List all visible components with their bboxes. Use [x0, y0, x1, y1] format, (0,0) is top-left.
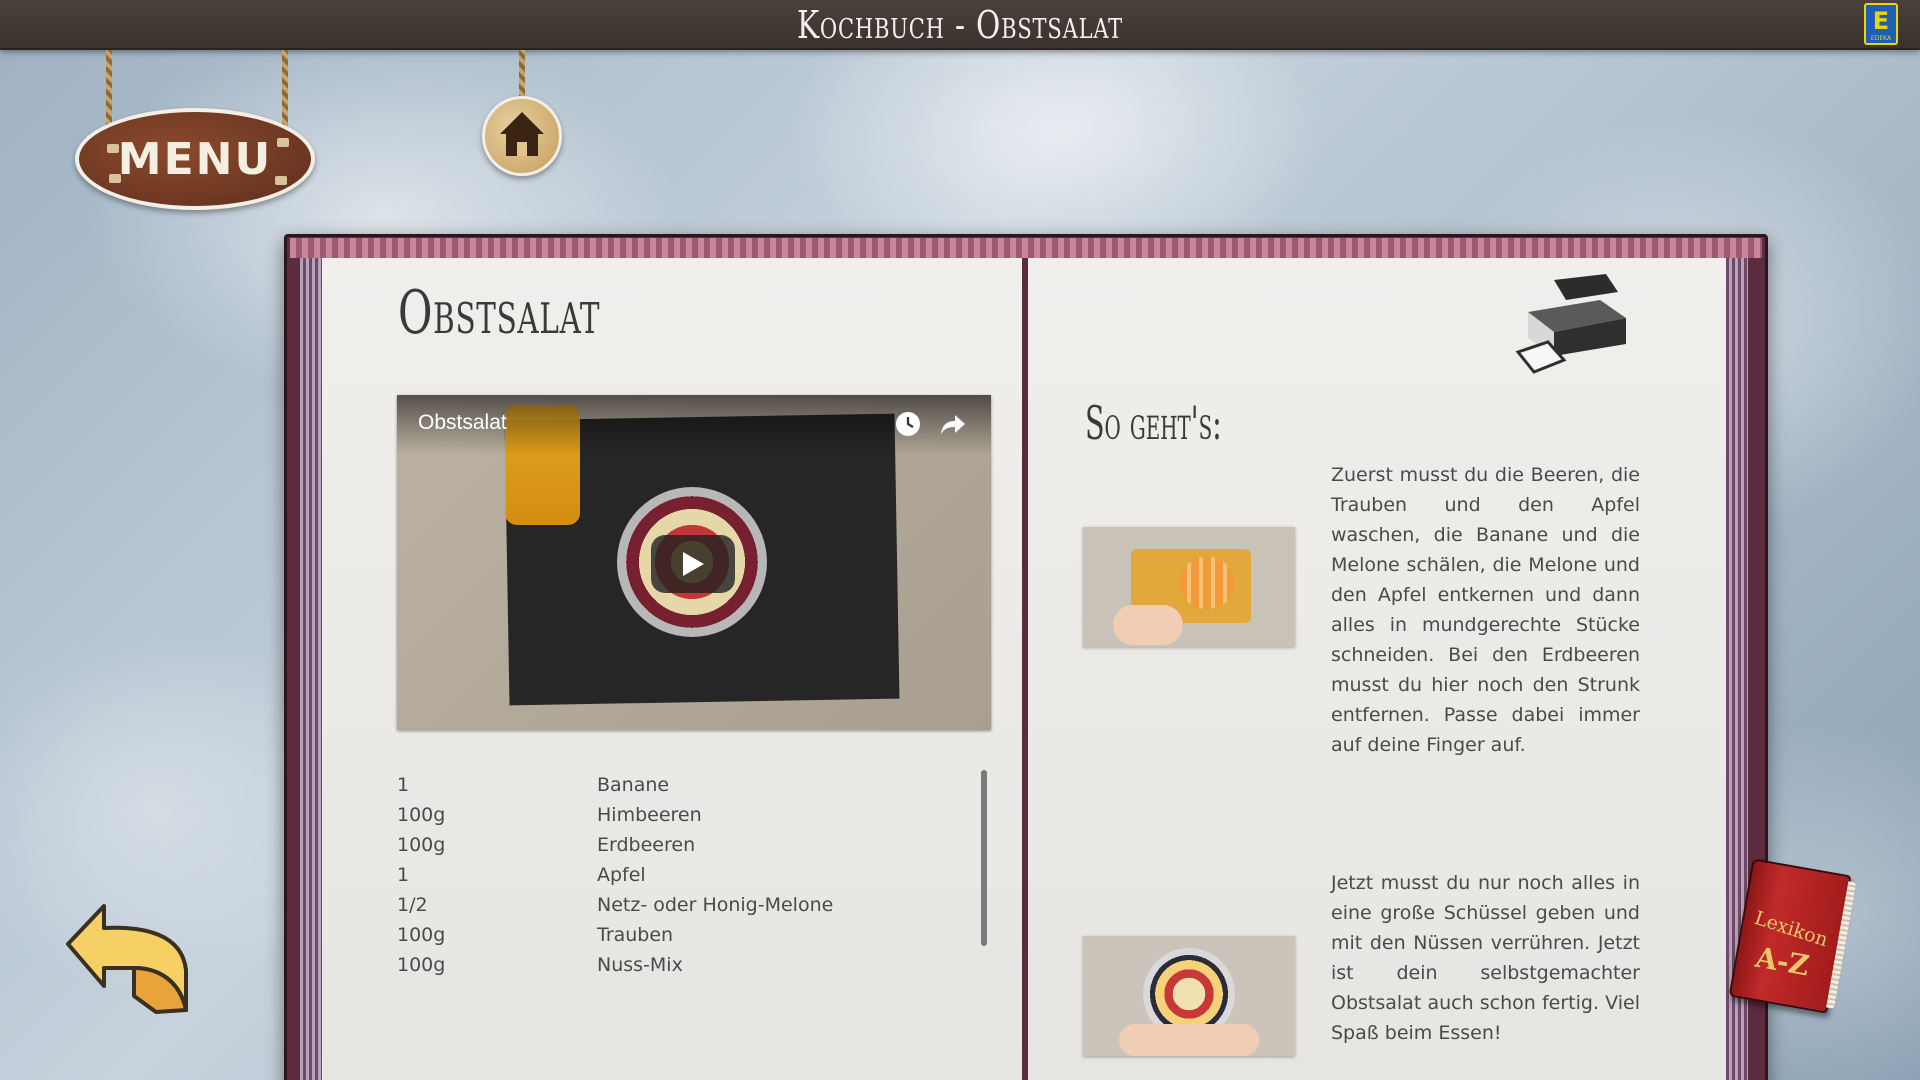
step-image-cutting	[1083, 527, 1295, 647]
ingredient-amount: 100g	[397, 954, 446, 976]
ingredient-row: 100g Nuss-Mix	[397, 950, 957, 980]
instructions-title: So geht's:	[1085, 396, 1222, 450]
ingredient-amount: 1/2	[397, 894, 428, 916]
recipe-title: Obstsalat	[398, 278, 601, 348]
step-text-1: Zuerst musst du die Beeren, die Trauben …	[1331, 464, 1640, 756]
ingredients-scrollbar[interactable]	[981, 770, 987, 946]
book-edge	[290, 238, 1762, 258]
ingredient-amount: 100g	[397, 924, 446, 946]
ingredient-amount: 1	[397, 774, 410, 796]
ingredient-row: 1 Banane	[397, 770, 957, 800]
video-player[interactable]: Obstsalat	[397, 395, 991, 730]
ingredient-row: 1/2 Netz- oder Honig-Melone	[397, 890, 957, 920]
menu-rope-left	[106, 50, 112, 128]
ingredient-name: Nuss-Mix	[597, 954, 683, 976]
menu-rope-right	[282, 50, 288, 128]
ingredient-name: Erdbeeren	[597, 834, 696, 856]
ingredient-name: Trauben	[597, 924, 674, 946]
ingredient-row: 100g Erdbeeren	[397, 830, 957, 860]
printer-icon	[1515, 274, 1626, 374]
house-icon	[500, 112, 544, 156]
ingredient-amount: 1	[397, 864, 410, 886]
home-button[interactable]	[482, 96, 562, 176]
ingredient-name: Netz- oder Honig-Melone	[597, 894, 834, 916]
menu-button[interactable]: MENU	[75, 108, 315, 210]
play-icon	[683, 552, 704, 576]
logo-letter: E	[1872, 7, 1890, 35]
ingredient-name: Himbeeren	[597, 804, 702, 826]
menu-label: MENU	[117, 134, 273, 185]
lexikon-label-bottom: A-Z	[1752, 940, 1812, 983]
print-button[interactable]	[1514, 270, 1636, 380]
clock-icon[interactable]	[893, 409, 923, 439]
hands	[1113, 605, 1183, 645]
ingredients-list: 1 Banane 100g Himbeeren 100g Erdbeeren 1…	[397, 770, 957, 980]
back-button[interactable]	[64, 900, 192, 1016]
ingredient-amount: 100g	[397, 804, 446, 826]
ingredient-amount: 100g	[397, 834, 446, 856]
ingredient-name: Apfel	[597, 864, 646, 886]
hands	[1119, 1024, 1259, 1056]
page-title: Kochbuch - Obstsalat	[796, 3, 1124, 47]
share-icon[interactable]	[938, 409, 968, 439]
ingredient-name: Banane	[597, 774, 670, 796]
top-bar: Kochbuch - Obstsalat E EDEKA	[0, 0, 1920, 50]
logo-word: EDEKA	[1870, 35, 1892, 42]
back-arrow-icon	[66, 904, 188, 1014]
home-rope	[519, 50, 525, 100]
edeka-logo: E EDEKA	[1864, 3, 1898, 45]
page-stack-left	[300, 258, 322, 1080]
play-button[interactable]	[651, 535, 735, 593]
step-text-2: Jetzt musst du nur noch alles in eine gr…	[1331, 872, 1640, 1044]
video-title[interactable]: Obstsalat	[418, 411, 507, 435]
ingredient-row: 100g Trauben	[397, 920, 957, 950]
step-image-bowl	[1083, 936, 1295, 1056]
ingredient-row: 100g Himbeeren	[397, 800, 957, 830]
ingredient-row: 1 Apfel	[397, 860, 957, 890]
melon-slices	[1179, 557, 1235, 609]
